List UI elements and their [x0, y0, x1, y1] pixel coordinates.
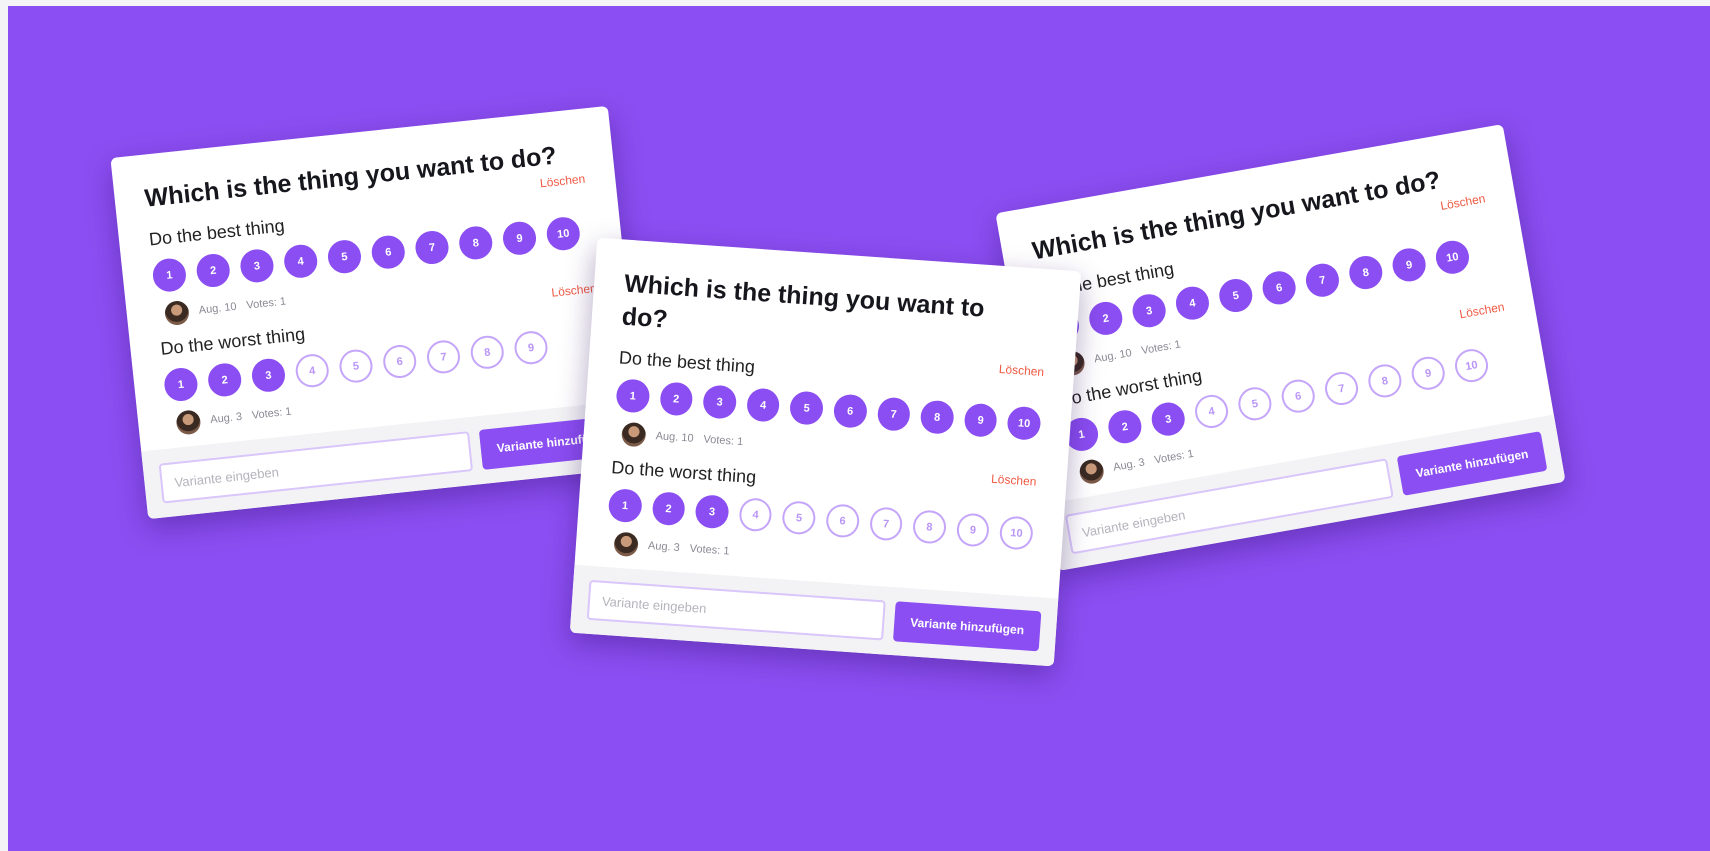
rating-circle[interactable]: 6 — [1260, 268, 1299, 307]
rating-circle[interactable]: 2 — [1105, 407, 1145, 446]
option-date: Aug. 10 — [198, 300, 238, 317]
avatar — [613, 531, 639, 558]
rating-circle[interactable]: 1 — [162, 366, 200, 403]
rating-circle[interactable]: 3 — [250, 357, 287, 394]
rating-circle[interactable]: 8 — [457, 224, 494, 262]
rating-circle[interactable]: 10 — [1433, 238, 1472, 277]
variant-input[interactable] — [586, 579, 886, 641]
rating-circle[interactable]: 8 — [469, 334, 506, 371]
rating-circle[interactable]: 7 — [1303, 261, 1342, 300]
avatar — [1077, 457, 1106, 486]
rating-circle[interactable]: 8 — [919, 399, 955, 435]
rating-circle[interactable]: 4 — [294, 352, 331, 389]
rating-circle[interactable]: 3 — [702, 384, 738, 420]
rating-circle[interactable]: 4 — [282, 243, 319, 280]
rating-circle[interactable]: 5 — [326, 238, 363, 275]
rating-circle[interactable]: 7 — [876, 396, 912, 432]
rating-circle[interactable]: 5 — [781, 500, 817, 536]
poll-question: Which is the thing you want to do? — [620, 269, 986, 334]
rating-circle[interactable]: 9 — [512, 329, 550, 366]
rating-circle[interactable]: 6 — [1279, 377, 1318, 416]
rating-circle[interactable]: 7 — [868, 506, 904, 542]
rating-circle[interactable]: 6 — [381, 343, 418, 380]
rating-circle[interactable]: 8 — [912, 509, 947, 545]
add-variant-button[interactable]: Variante hinzufügen — [1396, 431, 1548, 496]
poll-option: Löschen Do the worst thing 1 2 3 4 5 6 7 8 9 10 A… — [605, 457, 1037, 584]
option-date: Aug. 3 — [1112, 456, 1146, 474]
rating-circle[interactable]: 10 — [999, 515, 1034, 551]
rating-circle[interactable]: 5 — [1216, 276, 1255, 315]
poll-option: Löschen Do the best thing 12345678910 Au… — [613, 347, 1045, 474]
rating-circle[interactable]: 10 — [1452, 346, 1491, 385]
option-date: Aug. 10 — [655, 430, 694, 445]
purple-stage: Which is the thing you want to do? Lösch… — [8, 6, 1710, 851]
option-votes: Votes: 1 — [251, 405, 293, 422]
rating-circle[interactable]: 7 — [1322, 369, 1361, 408]
rating-circle[interactable]: 6 — [370, 233, 407, 271]
rating-circle[interactable]: 1 — [151, 256, 188, 294]
rating-circle[interactable]: 9 — [1409, 354, 1448, 393]
rating-circle[interactable]: 4 — [745, 387, 781, 423]
rating-circle[interactable]: 2 — [1086, 299, 1125, 338]
rating-circle[interactable]: 5 — [1235, 384, 1275, 423]
rating-circle[interactable]: 3 — [238, 247, 276, 285]
rating-circle[interactable]: 2 — [206, 361, 243, 399]
avatar — [620, 421, 647, 448]
rating-circle[interactable]: 6 — [832, 393, 868, 429]
card-body: Which is the thing you want to do? Lösch… — [575, 238, 1081, 587]
rating-circle[interactable]: 2 — [195, 252, 232, 289]
rating-circle[interactable]: 9 — [501, 220, 538, 257]
avatar — [163, 299, 191, 327]
rating-circle[interactable]: 5 — [789, 390, 825, 426]
rating-circle[interactable]: 5 — [337, 347, 375, 385]
rating-circle[interactable]: 2 — [651, 491, 686, 527]
rating-circle[interactable]: 2 — [658, 381, 694, 417]
rating-circle[interactable]: 3 — [1130, 291, 1169, 330]
variant-input[interactable] — [158, 431, 474, 504]
rating-circle[interactable]: 9 — [955, 512, 991, 548]
option-votes: Votes: 1 — [703, 433, 744, 449]
option-date: Aug. 3 — [647, 539, 681, 555]
rating-circle[interactable]: 1 — [607, 488, 643, 524]
rating-circle[interactable]: 7 — [425, 338, 462, 376]
poll-card-center: Which is the thing you want to do? Lösch… — [569, 237, 1082, 667]
rating-circle[interactable]: 8 — [1365, 361, 1404, 400]
rating-circle[interactable]: 9 — [963, 402, 999, 438]
option-votes: Votes: 1 — [689, 542, 730, 558]
poll-card-right: Which is the thing you want to do? Lösch… — [995, 124, 1566, 571]
option-votes: Votes: 1 — [1153, 447, 1195, 467]
avatar — [175, 409, 202, 436]
card-body: Which is the thing you want to do? Lösch… — [110, 106, 637, 440]
rating-circle[interactable]: 6 — [825, 503, 860, 539]
rating-circle[interactable]: 3 — [1149, 399, 1188, 439]
option-date: Aug. 3 — [209, 410, 243, 427]
rating-circle[interactable]: 10 — [545, 215, 582, 252]
rating-circle[interactable]: 1 — [615, 378, 651, 414]
option-votes: Votes: 1 — [245, 295, 287, 312]
rating-circle[interactable]: 8 — [1346, 253, 1385, 292]
rating-circle[interactable]: 4 — [1192, 392, 1231, 431]
rating-circle[interactable]: 9 — [1389, 245, 1429, 285]
poll-card-left: Which is the thing you want to do? Lösch… — [110, 105, 646, 520]
option-votes: Votes: 1 — [1140, 338, 1182, 358]
rating-circle[interactable]: 3 — [694, 494, 730, 530]
add-variant-button[interactable]: Variante hinzufügen — [892, 601, 1042, 652]
rating-circle[interactable]: 7 — [413, 229, 451, 266]
rating-circle[interactable]: 10 — [1006, 405, 1042, 441]
rating-circle[interactable]: 4 — [1173, 284, 1212, 323]
option-date: Aug. 10 — [1093, 347, 1133, 366]
rating-circle[interactable]: 4 — [738, 497, 773, 533]
